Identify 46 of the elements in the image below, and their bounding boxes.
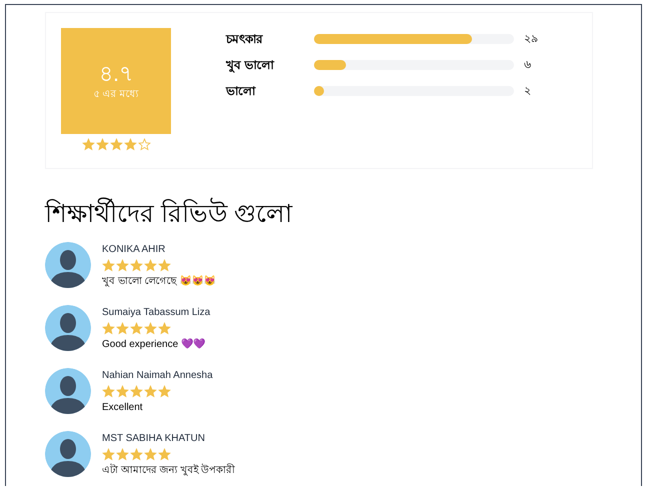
star-icon: [96, 138, 108, 151]
star-icon: [158, 448, 171, 462]
star-icon: [130, 385, 143, 398]
star-icon: [82, 138, 94, 151]
reviewer-name: Sumaiya Tabassum Liza: [102, 306, 210, 320]
star-icon: [130, 448, 143, 462]
reviewer-name: Nahian Naimah Annesha: [102, 369, 213, 384]
star-icon: [102, 322, 115, 336]
star-icon: [116, 448, 129, 462]
rating-count: ২: [524, 84, 531, 99]
avatar-icon: [45, 305, 91, 352]
star-icon: [124, 138, 136, 151]
rating-label: খুব ভালো: [226, 57, 276, 74]
rating-caption: ৫ এর মধ্যে: [94, 88, 138, 102]
star-icon: [116, 259, 129, 272]
rating-count: ২৯: [524, 32, 538, 47]
review-comment: এটা আমাদের জন্য খুবই উপকারী: [102, 463, 236, 478]
rating-value: ৪.৭: [98, 60, 134, 88]
star-icon: [144, 385, 157, 398]
rating-label: চমৎকার: [226, 31, 264, 48]
reviewer-name: MST SABIHA KHATUN: [102, 432, 206, 446]
star-icon: [102, 259, 115, 272]
reviewer-name: KONIKA AHIR: [102, 243, 166, 258]
review-comment: Excellent: [102, 401, 144, 416]
rating-label: ভালো: [226, 83, 257, 100]
star-icon: [158, 385, 171, 398]
star-icon: [144, 322, 157, 336]
star-icon: [116, 322, 129, 336]
section-heading: শিক্ষার্থীদের রিভিউ গুলো: [45, 199, 641, 230]
star-icon: [102, 448, 115, 462]
review-comment: Good experience 💜💜: [102, 338, 206, 352]
avatar-icon: [45, 431, 91, 478]
rating-count: ৬: [524, 58, 531, 73]
avatar-icon: [45, 242, 91, 288]
star-icon: [130, 322, 143, 336]
star-icon: [116, 385, 129, 398]
star-icon: [158, 322, 171, 336]
star-icon: [144, 259, 157, 272]
star-icon: [158, 259, 171, 272]
star-icon: [130, 259, 143, 272]
star-icon: [144, 448, 157, 462]
star-icon: [102, 385, 115, 398]
star-icon: [110, 138, 122, 151]
avatar-icon: [45, 368, 91, 414]
review-comment: খুব ভালো লেগেছে 😻😻😻: [102, 274, 216, 290]
star-icon: [138, 138, 150, 151]
